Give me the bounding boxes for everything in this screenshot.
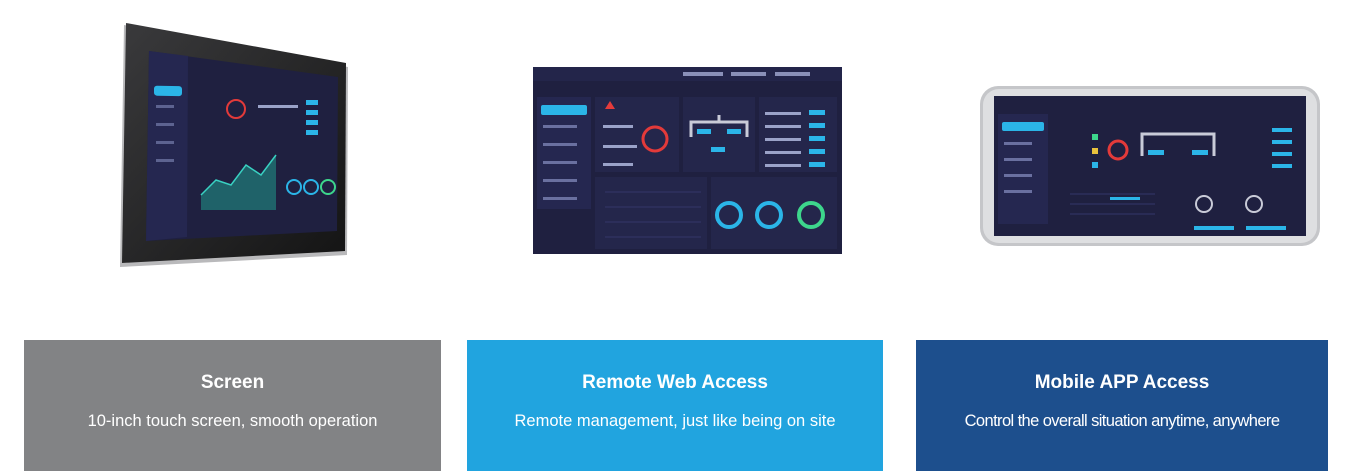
tablet-device-image bbox=[116, 5, 352, 273]
remote-web-access-description: Remote management, just like being on si… bbox=[514, 412, 836, 430]
mobile-app-access-description: Control the overall situation anytime, a… bbox=[964, 412, 1280, 430]
screen-title: Screen bbox=[200, 372, 265, 393]
mobile-app-access-title: Mobile APP Access bbox=[1034, 372, 1210, 393]
phone-device-image bbox=[980, 86, 1320, 246]
remote-web-access-panel: Remote Web Access Remote management, jus… bbox=[467, 340, 883, 471]
screen-description: 10-inch touch screen, smooth operation bbox=[87, 412, 378, 430]
screen-feature-panel: Screen 10-inch touch screen, smooth oper… bbox=[24, 340, 441, 471]
remote-web-access-title: Remote Web Access bbox=[582, 372, 768, 393]
mobile-app-access-panel: Mobile APP Access Control the overall si… bbox=[916, 340, 1328, 471]
web-dashboard-image bbox=[533, 67, 842, 254]
